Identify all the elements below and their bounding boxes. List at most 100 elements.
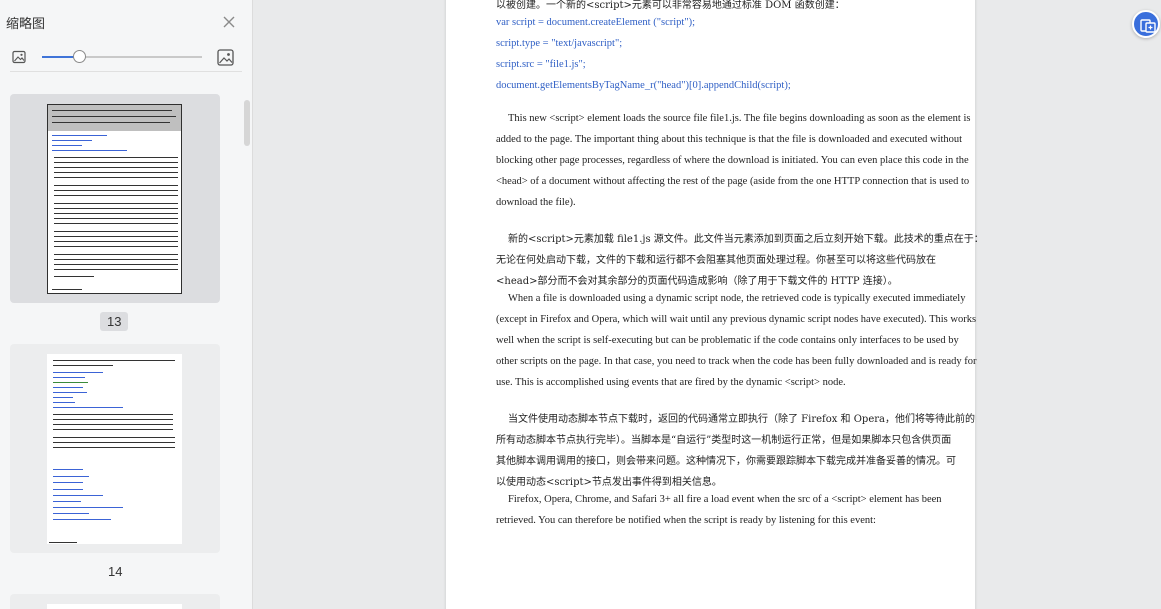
close-icon[interactable] xyxy=(220,13,238,31)
thumbnail-text-line xyxy=(54,276,94,277)
document-text-line: 以被创建。一个新的<script>元素可以非常容易地通过标准 DOM 函数创建： xyxy=(496,0,845,11)
thumbnail-sidebar: 缩略图 13 14 xyxy=(0,0,253,609)
thumbnail-text-line xyxy=(54,172,178,173)
thumbnail-text-line xyxy=(53,402,75,403)
document-text-line: retrieved. You can therefore be notified… xyxy=(496,515,876,526)
document-text-line: When a file is downloaded using a dynami… xyxy=(508,293,966,304)
thumbnail-text-line xyxy=(53,442,175,443)
document-text-line: <head> of a document without affecting t… xyxy=(496,176,970,187)
thumbnail-page-14[interactable] xyxy=(10,344,220,553)
thumbnail-text-line xyxy=(52,145,82,146)
thumbnail-text-line xyxy=(54,231,178,232)
thumbnail-text-line xyxy=(54,241,178,242)
thumbnail-text-line xyxy=(49,542,77,543)
thumbnail-page-number: 13 xyxy=(100,312,129,331)
document-text-line: other scripts on the page. In that case,… xyxy=(496,356,977,367)
thumbnail-text-line xyxy=(54,218,178,219)
document-text-line: script.src = "file1.js"; xyxy=(496,59,586,70)
document-text-line: 其他脚本调用调用的接口，则会带来问题。这种情况下，你需要跟踪脚本下载完成并准备妥… xyxy=(496,456,956,467)
thumbnail-text-line xyxy=(54,162,178,163)
thumbnail-text-line xyxy=(54,223,178,224)
floating-tool-button[interactable] xyxy=(1132,10,1160,38)
thumbnail-text-line xyxy=(53,476,89,477)
thumbnail-text-line xyxy=(54,157,178,158)
thumbnail-zoom-toolbar xyxy=(0,44,253,72)
zoom-slider[interactable] xyxy=(42,50,202,63)
thumbnail-text-line xyxy=(54,269,178,270)
document-text-line: Firefox, Opera, Chrome, and Safari 3+ al… xyxy=(508,494,942,505)
thumbnail-text-line xyxy=(53,482,83,483)
document-text-line: well when the script is self-executing b… xyxy=(496,335,959,346)
thumbnail-page-number: 14 xyxy=(108,564,123,579)
thumbnail-text-line xyxy=(53,377,85,378)
thumbnail-page-preview xyxy=(47,354,182,544)
document-page: 以被创建。一个新的<script>元素可以非常容易地通过标准 DOM 函数创建：… xyxy=(446,0,984,609)
thumbnail-text-line xyxy=(54,208,178,209)
document-text-line: use. This is accomplished using events t… xyxy=(496,377,846,388)
thumbnail-text-line xyxy=(52,122,170,123)
document-text-line: 所有动态脚本节点执行完毕）。当脚本是“自运行”类型时这一机制运行正常，但是如果脚… xyxy=(496,435,952,446)
sidebar-header: 缩略图 xyxy=(0,0,253,44)
sidebar-scrollbar[interactable] xyxy=(244,100,250,146)
thumbnail-text-line xyxy=(53,469,83,470)
thumbnail-text-line xyxy=(53,419,173,420)
thumbnail-text-line xyxy=(52,116,176,117)
thumbnail-text-line xyxy=(53,397,73,398)
thumbnail-text-line xyxy=(53,382,88,383)
thumbnail-text-line xyxy=(54,246,178,247)
thumbnail-text-line xyxy=(53,414,173,415)
thumbnail-page-preview xyxy=(47,604,182,609)
document-viewer[interactable]: 以被创建。一个新的<script>元素可以非常容易地通过标准 DOM 函数创建：… xyxy=(254,0,1161,609)
thumbnail-text-line xyxy=(54,203,178,204)
thumbnail-text-line xyxy=(53,501,81,502)
document-text-line: 以使用动态<script>节点发出事件得到相关信息。 xyxy=(496,477,722,488)
thumbnail-text-line xyxy=(53,495,103,496)
thumbnail-text-line xyxy=(54,177,178,178)
thumbnail-text-line xyxy=(53,387,83,388)
thumbnail-text-line xyxy=(53,513,89,514)
thumbnail-text-line xyxy=(54,213,178,214)
sidebar-divider xyxy=(10,71,242,72)
thumbnail-text-line xyxy=(54,259,178,260)
document-text-line: This new <script> element loads the sour… xyxy=(508,113,971,124)
thumbnail-page-15[interactable] xyxy=(10,594,220,609)
image-small-icon[interactable] xyxy=(11,49,27,65)
document-text-line: 无论在何处启动下载，文件的下载和运行都不会阻塞其他页面处理过程。你甚至可以将这些… xyxy=(496,255,936,266)
thumbnail-page-preview xyxy=(47,104,182,294)
thumbnail-text-line xyxy=(53,519,111,520)
image-large-icon[interactable] xyxy=(216,48,235,67)
document-text-line: document.getElementsByTagName_r("head")[… xyxy=(496,80,791,91)
thumbnail-page-13[interactable] xyxy=(10,94,220,303)
thumbnail-text-line xyxy=(54,195,178,196)
document-text-line: blocking other page processes, regardles… xyxy=(496,155,969,166)
document-text-line: download the file). xyxy=(496,197,576,208)
thumbnail-text-line xyxy=(53,447,175,448)
thumbnail-text-line xyxy=(53,360,175,361)
document-text-line: 新的<script>元素加载 file1.js 源文件。此文件当元素添加到页面之… xyxy=(508,234,984,245)
thumbnail-text-line xyxy=(53,424,173,425)
thumbnail-text-line xyxy=(53,372,103,373)
thumbnail-text-line xyxy=(54,254,178,255)
thumbnail-text-line xyxy=(54,185,178,186)
thumbnail-text-line xyxy=(52,110,172,111)
thumbnail-text-line xyxy=(52,140,92,141)
document-text-line: script.type = "text/javascript"; xyxy=(496,38,623,49)
thumbnail-text-line xyxy=(53,392,87,393)
thumbnail-text-line xyxy=(54,190,178,191)
thumbnail-text-line xyxy=(54,167,178,168)
thumbnail-text-line xyxy=(54,236,178,237)
thumbnail-text-line xyxy=(52,289,82,290)
sidebar-title: 缩略图 xyxy=(6,17,46,32)
zoom-slider-handle[interactable] xyxy=(72,50,86,63)
thumbnail-text-line xyxy=(53,407,123,408)
document-text-line: added to the page. The important thing a… xyxy=(496,134,963,145)
document-text-line: 当文件使用动态脚本节点下载时，返回的代码通常立即执行（除了 Firefox 和 … xyxy=(508,414,975,425)
document-text-line: <head>部分而不会对其余部分的页面代码造成影响（除了用于下载文件的 HTTP… xyxy=(496,276,898,287)
thumbnail-text-line xyxy=(52,150,127,151)
thumbnail-text-line xyxy=(53,365,113,366)
thumbnail-text-line xyxy=(52,135,107,136)
thumbnail-text-line xyxy=(53,489,83,490)
document-text-line: (except in Firefox and Opera, which will… xyxy=(496,314,977,325)
thumbnail-text-line xyxy=(53,507,123,508)
thumbnail-text-line xyxy=(54,264,178,265)
